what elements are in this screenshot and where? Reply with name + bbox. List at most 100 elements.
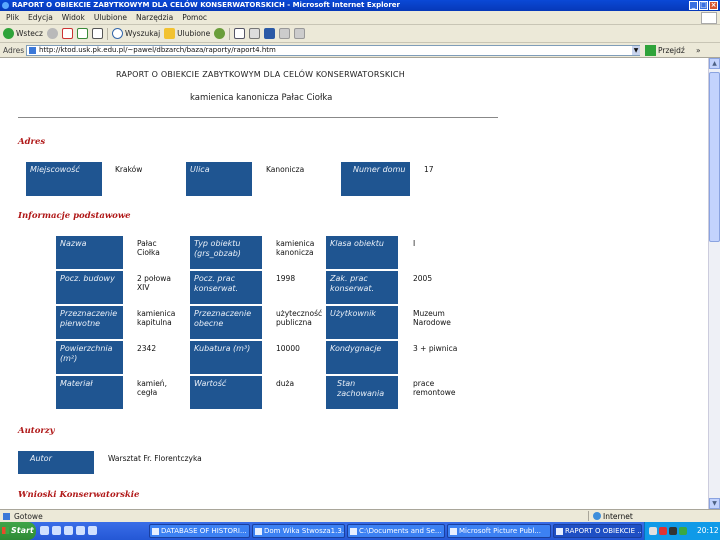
scroll-up-icon[interactable]: ▲: [709, 58, 720, 69]
vertical-scrollbar[interactable]: ▲ ▼: [708, 58, 720, 509]
toolbar-separator: [229, 27, 231, 40]
section-conservation-conclusions: Wnioski Konserwatorskie: [18, 490, 140, 500]
condition-value: prace remontowe: [413, 379, 456, 397]
original-purpose-value: kamienica kapitulna: [137, 309, 176, 327]
name-value: Pałac Ciołka: [137, 239, 160, 257]
task-button-picture-publisher[interactable]: Microsoft Picture Publ...: [447, 524, 551, 538]
search-button[interactable]: Wyszukaj: [111, 28, 160, 39]
clock[interactable]: 20:12: [697, 526, 719, 535]
menu-edit[interactable]: Edycja: [28, 13, 53, 22]
history-button[interactable]: [214, 28, 226, 39]
taskbar: Start DATABASE OF HISTORI... Dom Wika St…: [0, 522, 720, 540]
start-button[interactable]: Start: [0, 522, 36, 540]
system-tray: 20:12: [644, 522, 720, 540]
home-button[interactable]: [91, 28, 103, 39]
address-dropdown-icon[interactable]: ▼: [632, 46, 640, 55]
window-title-bar[interactable]: RAPORT O OBIEKCIE ZABYTKOWYM DLA CELÓW K…: [0, 0, 720, 11]
status-bar: Gotowe Internet: [0, 509, 720, 522]
edit-button[interactable]: [264, 28, 276, 39]
window-title: RAPORT O OBIEKCIE ZABYTKOWYM DLA CELÓW K…: [12, 1, 400, 9]
build-start-value: 2 połowa XIV: [137, 274, 171, 292]
refresh-icon: [76, 28, 88, 39]
mail-icon: [234, 28, 246, 39]
menu-help[interactable]: Pomoc: [182, 13, 207, 22]
menu-view[interactable]: Widok: [62, 13, 85, 22]
ie-icon: [2, 2, 9, 9]
mail-button[interactable]: [234, 28, 246, 39]
toolbar: Wstecz Wyszukaj Ulubione: [0, 25, 720, 43]
zone-text: Internet: [603, 512, 633, 521]
word-edit-icon: [264, 28, 276, 39]
history-icon: [214, 28, 226, 39]
section-authors: Autorzy: [18, 426, 55, 436]
task-button-raport[interactable]: RAPORT O OBIEKCIE ...: [553, 524, 642, 538]
volume-label: Kubatura (m³): [190, 341, 262, 374]
menu-bar: Plik Edycja Widok Ulubione Narzędzia Pom…: [0, 11, 720, 25]
user-value: Muzeum Narodowe: [413, 309, 451, 327]
close-button[interactable]: ×: [709, 1, 718, 10]
discuss-button[interactable]: [279, 28, 291, 39]
minimize-button[interactable]: _: [689, 1, 698, 10]
number-value: 17: [424, 165, 434, 174]
scroll-thumb[interactable]: [709, 72, 720, 242]
area-label: Powierzchnia (m²): [56, 341, 123, 374]
home-icon: [91, 28, 103, 39]
city-value: Kraków: [115, 165, 143, 174]
conservation-start-value: 1998: [276, 274, 296, 283]
forward-button[interactable]: [46, 28, 58, 39]
show-desktop-icon[interactable]: [76, 526, 85, 535]
ie-icon[interactable]: [64, 526, 73, 535]
conservation-end-value: 2005: [413, 274, 433, 283]
print-button[interactable]: [249, 28, 261, 39]
tray-icon[interactable]: [659, 527, 667, 535]
name-label: Nazwa: [56, 236, 123, 269]
tray-icon[interactable]: [679, 527, 687, 535]
menu-file[interactable]: Plik: [6, 13, 19, 22]
word-icon[interactable]: [40, 526, 49, 535]
go-button[interactable]: Przejdź: [645, 45, 685, 56]
author-value: Warsztat Fr. Florentczyka: [108, 454, 202, 463]
object-class-label: Klasa obiektu: [326, 236, 398, 269]
stop-icon: [61, 28, 73, 39]
task-button-dom-wita[interactable]: Dom Wika Stwosza1.3...: [252, 524, 345, 538]
word-doc-icon: [152, 528, 159, 535]
favorites-button[interactable]: Ulubione: [164, 28, 210, 39]
menu-tools[interactable]: Narzędzia: [136, 13, 173, 22]
value-label: Wartość: [190, 376, 262, 409]
globe-icon: [593, 512, 601, 520]
refresh-button[interactable]: [76, 28, 88, 39]
tray-icon[interactable]: [669, 527, 677, 535]
print-icon: [249, 28, 261, 39]
address-url: http://ktod.usk.pk.edu.pl/~pawel/dbzarch…: [39, 46, 276, 54]
back-arrow-icon: [3, 28, 14, 39]
task-button-documents[interactable]: C:\Documents and Se...: [347, 524, 445, 538]
windows-logo-icon: [701, 12, 717, 24]
mail-icon[interactable]: [52, 526, 61, 535]
number-label: Numer domu: [341, 162, 410, 196]
address-input[interactable]: http://ktod.usk.pk.edu.pl/~pawel/dbzarch…: [26, 45, 640, 56]
go-arrow-icon: [645, 45, 656, 56]
original-purpose-label: Przeznaczenie pierwotne: [56, 306, 123, 339]
back-button[interactable]: Wstecz: [3, 28, 43, 39]
scroll-down-icon[interactable]: ▼: [709, 498, 720, 509]
storeys-label: Kondygnacje: [326, 341, 398, 374]
condition-label: Stan zachowania: [326, 376, 398, 409]
messenger-button[interactable]: [294, 28, 306, 39]
tray-icon[interactable]: [649, 527, 657, 535]
city-label: Miejscowość: [26, 162, 102, 196]
object-class-value: I: [413, 239, 416, 248]
menu-favorites[interactable]: Ulubione: [94, 13, 127, 22]
media-icon[interactable]: [88, 526, 97, 535]
maximize-button[interactable]: □: [699, 1, 708, 10]
discuss-icon: [279, 28, 291, 39]
stop-button[interactable]: [61, 28, 73, 39]
page-status-icon: [3, 513, 10, 520]
task-button-database[interactable]: DATABASE OF HISTORI...: [149, 524, 250, 538]
links-chevron[interactable]: »: [696, 46, 701, 55]
build-start-label: Pocz. budowy: [56, 271, 123, 304]
folder-icon: [350, 528, 357, 535]
page-content: RAPORT O OBIEKCIE ZABYTKOWYM DLA CELÓW K…: [0, 58, 708, 509]
report-title: RAPORT O OBIEKCIE ZABYTKOWYM DLA CELÓW K…: [116, 70, 405, 79]
conservation-start-label: Pocz. prac konserwat.: [190, 271, 262, 304]
storeys-value: 3 + piwnica: [413, 344, 458, 353]
